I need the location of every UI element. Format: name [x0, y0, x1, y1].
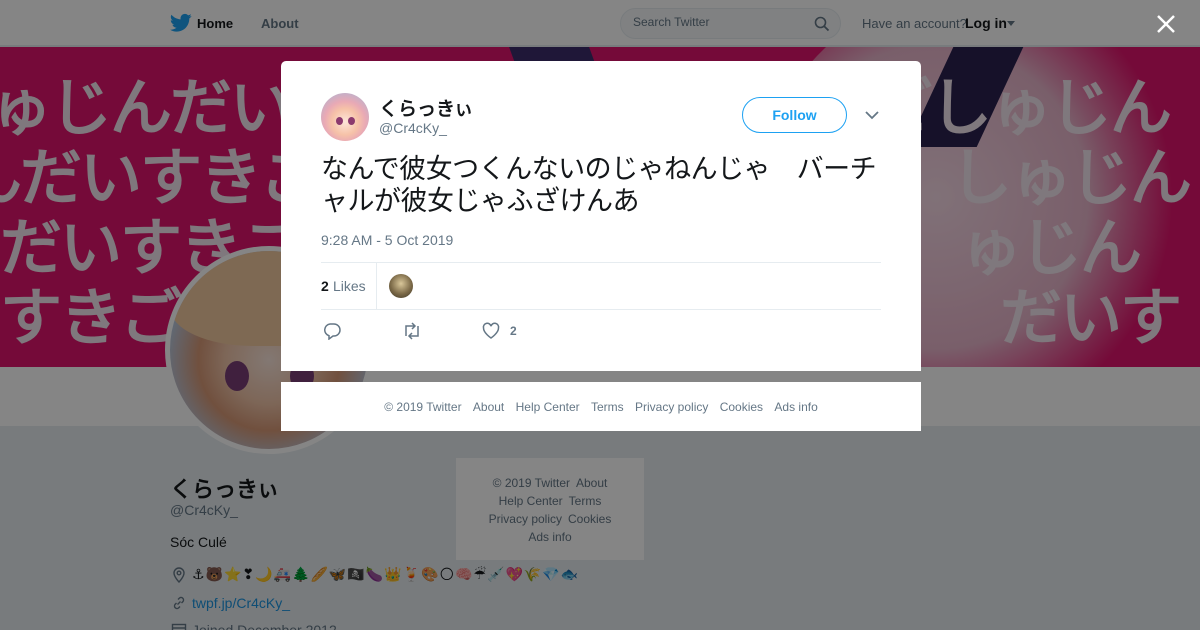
- avatar-eye: [336, 117, 343, 125]
- chevron-down-icon[interactable]: [865, 110, 879, 120]
- footer-terms-link[interactable]: Terms: [591, 400, 624, 414]
- liker-avatar[interactable]: [389, 274, 413, 298]
- avatar-eye: [348, 117, 355, 125]
- likes-count[interactable]: 2: [321, 278, 329, 294]
- stats-divider: [376, 263, 377, 309]
- tweet-text: なんで彼女つくんないのじゃねんじゃ バーチャルが彼女じゃふざけんあ: [321, 154, 877, 217]
- close-icon[interactable]: [1154, 12, 1178, 36]
- heart-icon[interactable]: [482, 322, 500, 340]
- tweet-author-avatar[interactable]: [321, 93, 369, 141]
- footer-cookies-link[interactable]: Cookies: [720, 400, 763, 414]
- follow-button[interactable]: Follow: [742, 97, 847, 133]
- modal-footer: © 2019 Twitter About Help Center Terms P…: [281, 382, 921, 431]
- retweet-icon[interactable]: [402, 322, 422, 340]
- footer-help-link[interactable]: Help Center: [516, 400, 580, 414]
- tweet-author-handle[interactable]: @Cr4cKy_: [379, 120, 447, 136]
- footer-copyright: © 2019 Twitter: [384, 400, 462, 414]
- tweet-author-name[interactable]: くらっきぃ: [379, 94, 473, 121]
- tweet-timestamp[interactable]: 9:28 AM - 5 Oct 2019: [321, 232, 453, 248]
- tweet-permalink-modal: くらっきぃ @Cr4cKy_ Follow なんで彼女つくんないのじゃねんじゃ …: [281, 61, 921, 371]
- footer-privacy-link[interactable]: Privacy policy: [635, 400, 708, 414]
- footer-about-link[interactable]: About: [473, 400, 504, 414]
- reply-icon[interactable]: [323, 322, 341, 340]
- footer-ads-link[interactable]: Ads info: [774, 400, 817, 414]
- like-action-count: 2: [510, 324, 517, 338]
- likes-label[interactable]: Likes: [333, 278, 366, 294]
- tweet-stats: 2 Likes: [321, 262, 881, 310]
